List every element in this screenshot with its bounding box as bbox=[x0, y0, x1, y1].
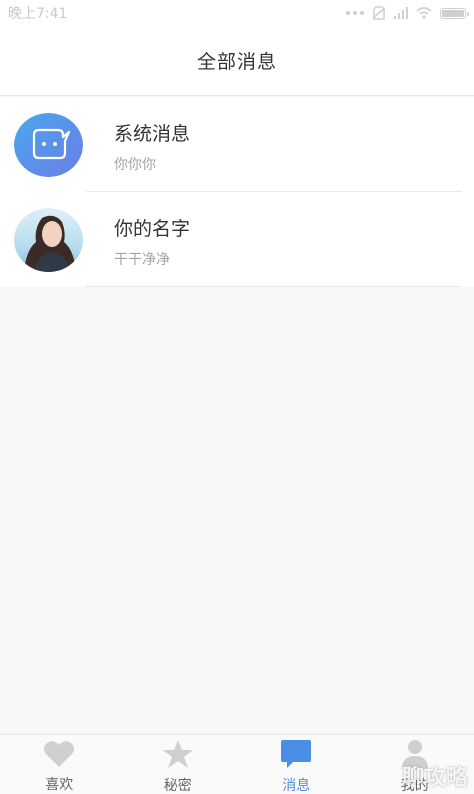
divider bbox=[86, 286, 462, 287]
dots-icon bbox=[346, 11, 364, 15]
star-icon bbox=[161, 739, 195, 769]
message-item-user[interactable]: 你的名字 干干净净 bbox=[0, 192, 474, 287]
signal-icon bbox=[394, 7, 408, 19]
message-list: 系统消息 你你你 你的名字 干干净净 bbox=[0, 97, 474, 287]
chat-bubble-icon bbox=[279, 739, 313, 769]
page-title: 全部消息 bbox=[196, 51, 277, 73]
tab-label: 喜欢 bbox=[45, 777, 74, 793]
robot-chat-icon bbox=[14, 113, 83, 177]
status-time: 晚上7:41 bbox=[8, 6, 68, 22]
message-preview: 干干净净 bbox=[114, 252, 170, 268]
heart-icon bbox=[42, 739, 76, 768]
tab-label: 消息 bbox=[282, 778, 311, 794]
battery-icon bbox=[440, 7, 469, 19]
wifi-icon bbox=[416, 7, 432, 19]
watermark: 聊攻略 bbox=[401, 766, 468, 791]
tab-like[interactable]: 喜欢 bbox=[0, 735, 119, 794]
message-preview: 你你你 bbox=[114, 157, 156, 173]
tab-label: 秘密 bbox=[163, 778, 192, 794]
user-avatar bbox=[14, 208, 83, 272]
status-bar: 晚上7:41 bbox=[0, 0, 474, 26]
status-icons bbox=[346, 6, 469, 20]
no-sim-icon bbox=[372, 6, 386, 20]
tab-secret[interactable]: 秘密 bbox=[119, 735, 238, 794]
message-title: 你的名字 bbox=[114, 218, 191, 240]
tab-messages[interactable]: 消息 bbox=[237, 735, 356, 794]
message-title: 系统消息 bbox=[114, 123, 191, 145]
header: 全部消息 bbox=[0, 26, 474, 96]
message-item-system[interactable]: 系统消息 你你你 bbox=[0, 97, 474, 192]
